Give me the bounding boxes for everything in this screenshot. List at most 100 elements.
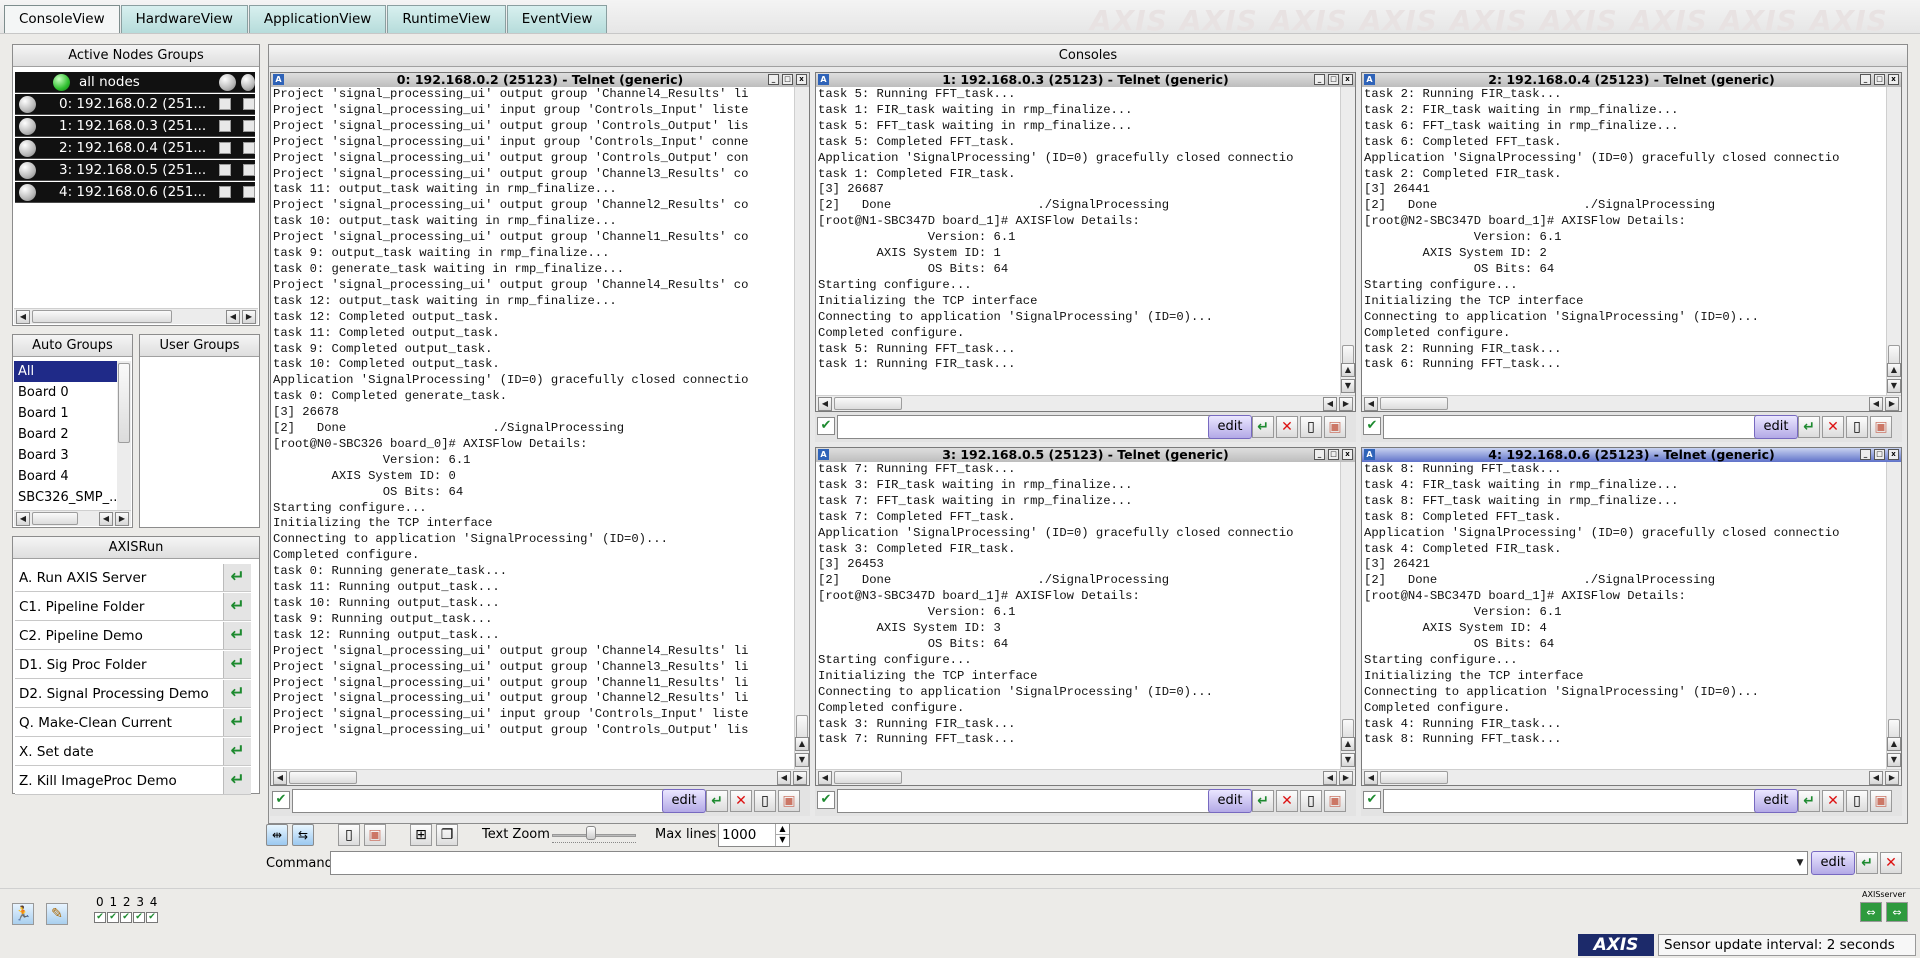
horizontal-scrollbar[interactable]: ◀ ◀ ▶	[816, 769, 1355, 785]
scroll-left-icon[interactable]: ◀	[777, 771, 791, 785]
check-icon[interactable]: ✔	[133, 912, 145, 923]
scroll-thumb[interactable]	[834, 397, 902, 410]
run-enter-icon[interactable]: ↵	[223, 709, 251, 736]
minimize-icon[interactable]: _	[1314, 74, 1325, 85]
maximize-icon[interactable]: □	[1874, 449, 1885, 460]
check-icon[interactable]: ✔	[94, 912, 106, 923]
checkbox[interactable]	[219, 186, 231, 198]
node-row[interactable]: 2: 192.168.0.4 (251...	[15, 138, 255, 159]
run-enter-icon[interactable]: ↵	[223, 738, 251, 765]
scroll-left-icon[interactable]: ◀	[99, 512, 113, 526]
new-file-icon[interactable]: ▯	[754, 790, 776, 812]
horizontal-scrollbar[interactable]: ◀ ◀ ▶	[14, 510, 131, 526]
terminal-output[interactable]: task 7: Running FFT_task... task 3: FIR_t…	[818, 462, 1340, 768]
slider-handle[interactable]	[586, 826, 596, 840]
scroll-down-icon[interactable]: ▼	[1341, 379, 1355, 393]
console-input[interactable]: ▼	[1383, 789, 1771, 813]
scroll-right-icon[interactable]: ▶	[1885, 397, 1899, 411]
check-icon[interactable]: ✔	[1363, 417, 1381, 435]
scroll-left-icon[interactable]: ◀	[1869, 397, 1883, 411]
console-input[interactable]: ▼	[837, 415, 1225, 439]
enter-icon[interactable]: ↵	[1798, 416, 1820, 438]
group-item[interactable]: Board 0	[14, 382, 118, 403]
scroll-left-icon[interactable]: ◀	[1323, 771, 1337, 785]
vertical-scrollbar[interactable]: ▲ ▼	[1886, 462, 1901, 769]
run-item[interactable]: Z. Kill ImageProc Demo ↵	[15, 767, 251, 795]
run-enter-icon[interactable]: ↵	[223, 593, 251, 620]
save-icon[interactable]: ▣	[1324, 790, 1346, 812]
tab-hardwareview[interactable]: HardwareView	[120, 5, 248, 33]
scroll-left-icon[interactable]: ◀	[273, 771, 287, 785]
checkbox[interactable]	[243, 98, 255, 110]
scroll-left-icon[interactable]: ◀	[226, 310, 240, 324]
scroll-left-icon[interactable]: ◀	[1364, 771, 1378, 785]
group-item[interactable]: Board 3	[14, 445, 118, 466]
terminal-output[interactable]: Project 'signal_processing_ui' output gr…	[273, 87, 795, 763]
run-item[interactable]: Q. Make-Clean Current ↵	[15, 709, 251, 737]
check-icon[interactable]: ✔	[1363, 791, 1381, 809]
vertical-scrollbar[interactable]	[117, 361, 131, 511]
scroll-down-icon[interactable]: ▼	[795, 753, 809, 767]
minimize-icon[interactable]: _	[768, 74, 779, 85]
horizontal-scrollbar[interactable]: ◀ ◀ ▶	[271, 769, 809, 785]
run-enter-icon[interactable]: ↵	[223, 651, 251, 678]
check-icon[interactable]: ✔	[107, 912, 119, 923]
new-file-icon[interactable]: ▯	[1846, 416, 1868, 438]
node-row[interactable]: 1: 192.168.0.3 (251...	[15, 116, 255, 137]
scroll-right-icon[interactable]: ▶	[793, 771, 807, 785]
scroll-up-icon[interactable]: ▲	[1341, 737, 1355, 751]
scroll-up-icon[interactable]: ▲	[1887, 737, 1901, 751]
scroll-thumb[interactable]	[1380, 771, 1448, 784]
server-link-icon[interactable]: ⇔	[1886, 902, 1908, 922]
close-icon[interactable]: x	[1342, 449, 1353, 460]
run-enter-icon[interactable]: ↵	[223, 564, 251, 591]
scroll-right-icon[interactable]: ▶	[242, 310, 256, 324]
max-lines-spinner[interactable]: 1000 ▲ ▼	[718, 823, 790, 847]
maximize-icon[interactable]: □	[782, 74, 793, 85]
vertical-scrollbar[interactable]: ▲ ▼	[1886, 87, 1901, 395]
close-icon[interactable]: x	[1342, 74, 1353, 85]
edit-button[interactable]: edit	[1754, 415, 1798, 439]
checkbox[interactable]	[243, 142, 255, 154]
run-enter-icon[interactable]: ↵	[223, 680, 251, 707]
scroll-right-icon[interactable]: ▶	[1339, 771, 1353, 785]
checkbox[interactable]	[219, 120, 231, 132]
run-item[interactable]: A. Run AXIS Server ↵	[15, 564, 251, 592]
check-icon[interactable]: ✔	[817, 417, 835, 435]
scroll-right-icon[interactable]: ▶	[115, 512, 129, 526]
scroll-thumb[interactable]	[1380, 397, 1448, 410]
save-icon[interactable]: ▣	[364, 824, 386, 846]
save-icon[interactable]: ▣	[1870, 416, 1892, 438]
run-item[interactable]: C1. Pipeline Folder ↵	[15, 593, 251, 621]
layout-v-icon[interactable]: ⇆	[292, 824, 314, 846]
enter-icon[interactable]: ↵	[1798, 790, 1820, 812]
scroll-left-icon[interactable]: ◀	[16, 512, 30, 526]
run-enter-icon[interactable]: ↵	[223, 622, 251, 649]
run-man-icon[interactable]: 🏃	[12, 903, 34, 925]
group-item[interactable]: Board 2	[14, 424, 118, 445]
vertical-scrollbar[interactable]: ▲ ▼	[794, 87, 809, 769]
save-icon[interactable]: ▣	[778, 790, 800, 812]
clear-icon[interactable]: ✕	[1822, 416, 1844, 438]
edit-button[interactable]: edit	[1754, 789, 1798, 813]
check-icon[interactable]: ✔	[272, 791, 290, 809]
terminal-output[interactable]: task 5: Running FFT_task... task 1: FIR_t…	[818, 87, 1340, 393]
scroll-down-icon[interactable]: ▼	[1887, 379, 1901, 393]
check-icon[interactable]: ✔	[146, 912, 158, 923]
edit-button[interactable]: edit	[1208, 415, 1252, 439]
node-row[interactable]: 0: 192.168.0.2 (251...	[15, 94, 255, 115]
horizontal-scrollbar[interactable]: ◀ ◀ ▶	[14, 308, 258, 324]
tab-applicationview[interactable]: ApplicationView	[248, 5, 387, 33]
checkbox[interactable]	[219, 98, 231, 110]
edit-button[interactable]: edit	[1208, 789, 1252, 813]
scroll-up-icon[interactable]: ▲	[795, 737, 809, 751]
close-icon[interactable]: x	[1888, 74, 1899, 85]
scroll-up-icon[interactable]: ▲	[1887, 363, 1901, 377]
spin-down-icon[interactable]: ▼	[775, 835, 789, 846]
layout-h-icon[interactable]: ⇹	[266, 824, 288, 846]
horizontal-scrollbar[interactable]: ◀ ◀ ▶	[1362, 769, 1901, 785]
new-file-icon[interactable]: ▯	[1846, 790, 1868, 812]
checkbox[interactable]	[243, 186, 255, 198]
edit-button[interactable]: edit	[662, 789, 706, 813]
save-icon[interactable]: ▣	[1324, 416, 1346, 438]
